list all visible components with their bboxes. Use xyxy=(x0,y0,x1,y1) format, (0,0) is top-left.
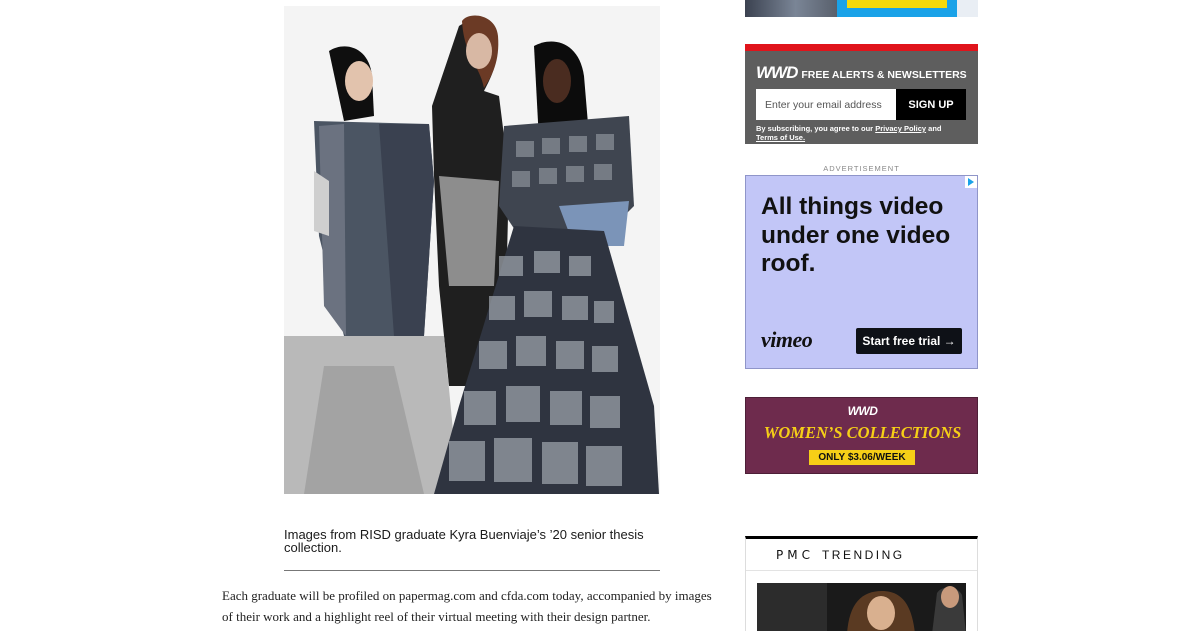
newsletter-title: FREE ALERTS & NEWSLETTERS xyxy=(801,69,967,81)
adchoices-icon[interactable] xyxy=(965,176,977,188)
caption-divider xyxy=(284,570,660,571)
pmc-header: PMC TRENDING xyxy=(776,548,905,562)
terms-of-use-link[interactable]: Terms of Use. xyxy=(756,133,805,142)
wwd-logo: WWD xyxy=(847,404,878,418)
newsletter-signup: WWD FREE ALERTS & NEWSLETTERS SIGN UP By… xyxy=(745,44,978,144)
photo-caption: Images from RISD graduate Kyra Buenviaje… xyxy=(284,527,644,555)
pmc-divider xyxy=(746,570,977,571)
pmc-logo: PMC xyxy=(776,548,814,562)
top-ad-banner[interactable] xyxy=(745,0,978,17)
email-input[interactable] xyxy=(756,89,896,120)
top-ad-image xyxy=(745,0,837,17)
newsletter-header: WWD FREE ALERTS & NEWSLETTERS xyxy=(756,63,967,83)
pmc-trending-widget: PMC TRENDING xyxy=(745,536,978,631)
top-ad-cta-area xyxy=(837,0,957,17)
signup-button[interactable]: SIGN UP xyxy=(896,89,966,120)
trending-title: TRENDING xyxy=(821,548,905,562)
price-badge: ONLY $3.06/WEEK xyxy=(809,450,915,465)
wwd-logo: WWD xyxy=(756,63,798,82)
womens-collections-title: WOMEN’S COLLECTIONS xyxy=(763,423,962,442)
start-free-trial-button[interactable]: Start free trial → xyxy=(856,328,962,354)
article-photo[interactable] xyxy=(284,6,660,494)
vimeo-headline: All things video under one video roof. xyxy=(761,193,951,277)
womens-collections-ad[interactable]: WWD WOMEN’S COLLECTIONS ONLY $3.06/WEEK xyxy=(745,397,978,474)
fashion-photo-image xyxy=(284,6,660,494)
vimeo-ad[interactable]: All things video under one video roof. v… xyxy=(745,175,978,369)
vimeo-logo: vimeo xyxy=(761,327,813,352)
advertisement-label: ADVERTISEMENT xyxy=(823,164,900,173)
newsletter-legal: By subscribing, you agree to our Privacy… xyxy=(756,124,942,142)
privacy-policy-link[interactable]: Privacy Policy xyxy=(875,124,926,133)
trending-story-image[interactable] xyxy=(757,583,966,631)
article-paragraph: Each graduate will be profiled on paperm… xyxy=(222,588,712,624)
